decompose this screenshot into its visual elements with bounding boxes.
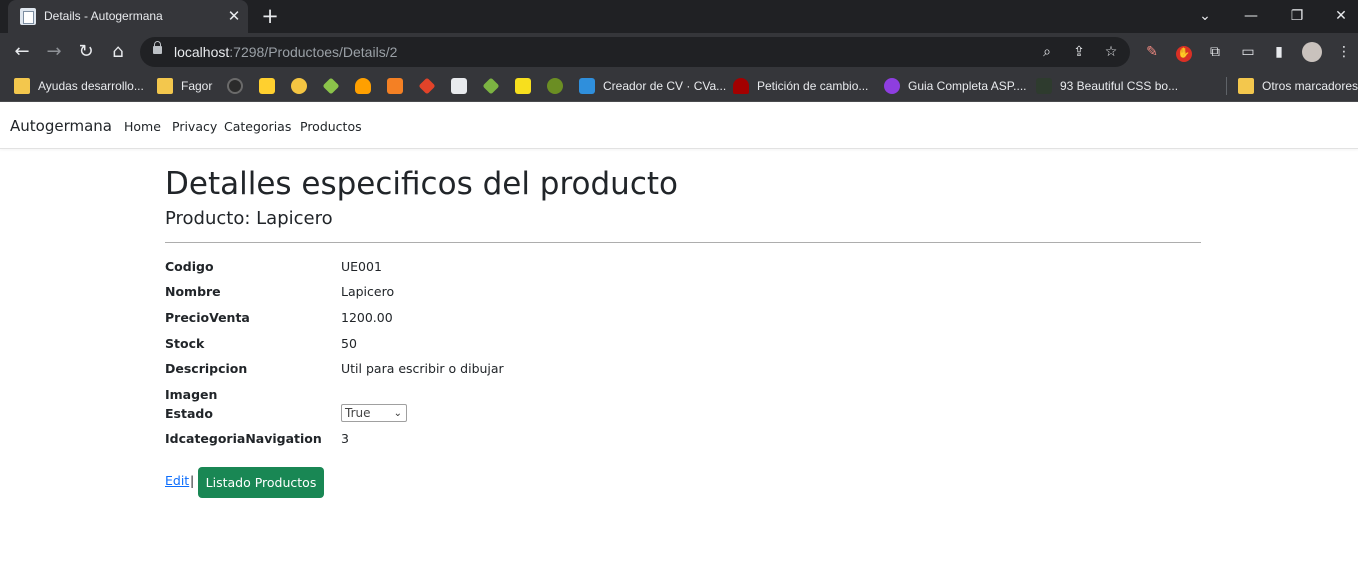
browser-toolbar: ← → ↻ ⌂ localhost:7298/Productoes/Detail…	[0, 33, 1358, 70]
github-icon[interactable]	[227, 76, 251, 96]
estado-select[interactable]: True ⌄	[341, 404, 407, 422]
cast-icon[interactable]: ▭	[1238, 42, 1258, 62]
label-nombre: Nombre	[165, 284, 221, 299]
pencil-extension-icon[interactable]: ✎	[1142, 42, 1162, 62]
green-diamond-2-icon[interactable]	[482, 76, 507, 96]
adblock-extension-icon[interactable]: ✋	[1174, 42, 1194, 62]
value-idcategoria: 3	[341, 431, 349, 446]
javascript-icon[interactable]	[515, 76, 539, 96]
app-navbar: Autogermana Home Privacy Categorias Prod…	[0, 103, 1358, 149]
close-tab-icon[interactable]: ✕	[225, 6, 243, 26]
minimize-icon[interactable]: —	[1236, 4, 1266, 28]
globe-icon[interactable]	[547, 76, 571, 96]
label-descripcion: Descripcion	[165, 361, 248, 376]
miro-icon[interactable]	[259, 76, 283, 96]
navbar-brand[interactable]: Autogermana	[10, 117, 112, 135]
back-arrow-icon[interactable]: ←	[9, 39, 35, 65]
firebase-icon[interactable]	[355, 76, 379, 96]
value-descripcion: Util para escribir o dibujar	[341, 361, 504, 376]
gitlab-icon[interactable]	[418, 76, 443, 96]
nav-home[interactable]: Home	[124, 119, 161, 134]
browser-tab[interactable]: Details - Autogermana ✕	[8, 0, 248, 33]
bookmark-ayudas[interactable]: Ayudas desarrollo...	[14, 76, 144, 96]
nav-privacy[interactable]: Privacy	[172, 119, 217, 134]
bookmark-star-icon[interactable]: ☆	[1101, 42, 1121, 62]
restore-icon[interactable]: ❐	[1282, 4, 1312, 28]
css-icon	[1036, 78, 1052, 94]
bookmark-guia-asp[interactable]: Guia Completa ASP....	[884, 76, 1027, 96]
estado-selected-value: True	[345, 406, 371, 420]
edit-link[interactable]: Edit	[165, 473, 189, 488]
nav-productos[interactable]: Productos	[300, 119, 362, 134]
label-estado: Estado	[165, 406, 213, 421]
label-imagen: Imagen	[165, 387, 218, 402]
folder-icon	[157, 78, 173, 94]
address-bar[interactable]: localhost:7298/Productoes/Details/2 ⌕ ⇪ …	[140, 37, 1130, 67]
forward-arrow-icon[interactable]: →	[41, 39, 67, 65]
chevron-down-icon: ⌄	[393, 408, 402, 419]
link-separator: |	[190, 473, 195, 488]
tab-search-icon[interactable]: ⌄	[1190, 4, 1220, 28]
zoom-icon[interactable]: ⌕	[1037, 42, 1057, 62]
bookmarks-bar: Ayudas desarrollo... Fagor Creador de CV…	[0, 70, 1358, 102]
bookmark-peticion[interactable]: Petición de cambio...	[733, 76, 868, 96]
home-icon[interactable]: ⌂	[105, 39, 131, 65]
lock-icon[interactable]	[153, 41, 162, 54]
redhat-icon	[733, 78, 749, 94]
cv-icon	[579, 78, 595, 94]
tab-title: Details - Autogermana	[44, 9, 163, 23]
label-codigo: Codigo	[165, 259, 214, 274]
browser-tab-strip: Details - Autogermana ✕ + ⌄ — ❐ ✕	[0, 0, 1358, 33]
bookmark-creador-cv[interactable]: Creador de CV · CVa...	[579, 76, 726, 96]
label-idcategoria: IdcategoriaNavigation	[165, 431, 322, 446]
profile-avatar[interactable]	[1302, 42, 1322, 62]
page-favicon-icon	[20, 8, 36, 25]
side-panel-icon[interactable]: ▮	[1269, 42, 1289, 62]
value-nombre: Lapicero	[341, 284, 395, 299]
reload-icon[interactable]: ↻	[73, 39, 99, 65]
close-window-icon[interactable]: ✕	[1326, 4, 1356, 28]
extensions-puzzle-icon[interactable]: ⧉	[1205, 42, 1225, 62]
page-title: Detalles especificos del producto	[165, 166, 678, 202]
url-text[interactable]: localhost:7298/Productoes/Details/2	[174, 44, 397, 60]
label-precioventa: PrecioVenta	[165, 310, 250, 325]
value-stock: 50	[341, 336, 357, 351]
emoji-glasses-icon[interactable]	[291, 76, 315, 96]
bookmark-css-buttons[interactable]: 93 Beautiful CSS bo...	[1036, 76, 1178, 96]
stackoverflow-icon[interactable]	[387, 76, 411, 96]
green-diamond-icon[interactable]	[322, 76, 347, 96]
value-codigo: UE001	[341, 259, 382, 274]
search-box-icon[interactable]	[451, 76, 475, 96]
new-tab-icon[interactable]: +	[258, 3, 282, 29]
chrome-menu-icon[interactable]: ⋮	[1334, 42, 1354, 62]
share-icon[interactable]: ⇪	[1069, 42, 1089, 62]
bookmark-fagor[interactable]: Fagor	[157, 76, 212, 96]
nav-categorias[interactable]: Categorias	[224, 119, 291, 134]
folder-icon	[1238, 78, 1254, 94]
label-stock: Stock	[165, 336, 205, 351]
value-precioventa: 1200.00	[341, 310, 393, 325]
page-subtitle: Producto: Lapicero	[165, 208, 333, 229]
purple-u-icon	[884, 78, 900, 94]
divider	[165, 242, 1201, 243]
bookmark-separator	[1226, 77, 1227, 95]
folder-icon	[14, 78, 30, 94]
listado-productos-button[interactable]: Listado Productos	[198, 467, 324, 498]
bookmark-otros[interactable]: Otros marcadores	[1238, 76, 1358, 96]
